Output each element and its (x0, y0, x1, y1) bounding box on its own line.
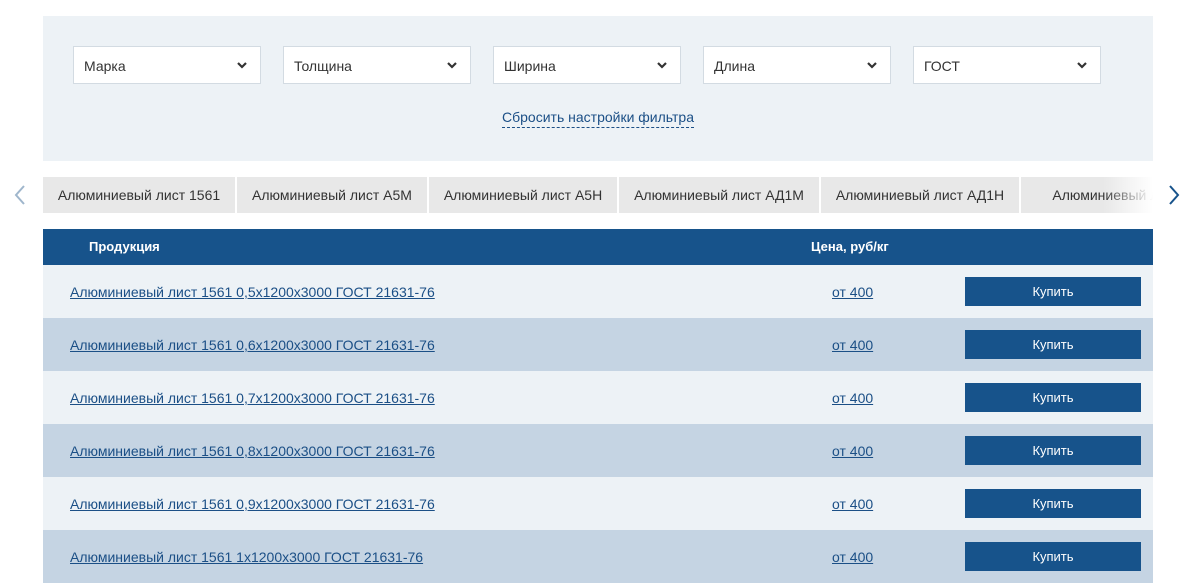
buy-button[interactable]: Купить (965, 436, 1141, 465)
tab-1561[interactable]: Алюминиевый лист 1561 (43, 177, 235, 213)
table-row: Алюминиевый лист 1561 1х1200х3000 ГОСТ 2… (43, 530, 1153, 583)
table-row: Алюминиевый лист 1561 0,7х1200х3000 ГОСТ… (43, 371, 1153, 424)
select-label: Толщина (294, 58, 352, 74)
header-product: Продукция (89, 239, 160, 254)
price-link[interactable]: от 400 (832, 549, 873, 565)
chevron-down-icon (867, 62, 877, 69)
table-row: Алюминиевый лист 1561 0,6х1200х3000 ГОСТ… (43, 318, 1153, 371)
product-link[interactable]: Алюминиевый лист 1561 0,5х1200х3000 ГОСТ… (70, 284, 435, 300)
tab-next-partial[interactable]: Алюминиевый лист (1021, 177, 1153, 213)
category-tabs: Алюминиевый лист 1561 Алюминиевый лист А… (43, 177, 1153, 213)
product-link[interactable]: Алюминиевый лист 1561 0,9х1200х3000 ГОСТ… (70, 496, 435, 512)
product-link[interactable]: Алюминиевый лист 1561 1х1200х3000 ГОСТ 2… (70, 549, 423, 565)
product-link[interactable]: Алюминиевый лист 1561 0,7х1200х3000 ГОСТ… (70, 390, 435, 406)
price-link[interactable]: от 400 (832, 284, 873, 300)
select-label: Длина (714, 58, 755, 74)
chevron-down-icon (657, 62, 667, 69)
table-row: Алюминиевый лист 1561 0,8х1200х3000 ГОСТ… (43, 424, 1153, 477)
price-link[interactable]: от 400 (832, 443, 873, 459)
table-header: Продукция Цена, руб/кг (43, 229, 1153, 265)
tab-ad1n[interactable]: Алюминиевый лист АД1Н (821, 177, 1019, 213)
filter-width-select[interactable]: Ширина (493, 46, 681, 84)
buy-button[interactable]: Купить (965, 383, 1141, 412)
filter-grade-select[interactable]: Марка (73, 46, 261, 84)
tab-a5m[interactable]: Алюминиевый лист А5М (237, 177, 427, 213)
tab-a5n[interactable]: Алюминиевый лист А5Н (429, 177, 617, 213)
chevron-left-icon[interactable] (14, 184, 26, 206)
select-label: Марка (84, 58, 126, 74)
header-price: Цена, руб/кг (811, 239, 889, 254)
filter-panel: Марка Толщина Ширина Длина ГОСТ Сбросить… (43, 16, 1153, 161)
buy-button[interactable]: Купить (965, 277, 1141, 306)
buy-button[interactable]: Купить (965, 542, 1141, 571)
chevron-down-icon (447, 62, 457, 69)
reset-filter-link[interactable]: Сбросить настройки фильтра (502, 109, 694, 128)
buy-button[interactable]: Купить (965, 489, 1141, 518)
filter-thickness-select[interactable]: Толщина (283, 46, 471, 84)
chevron-down-icon (237, 62, 247, 69)
price-link[interactable]: от 400 (832, 337, 873, 353)
filter-gost-select[interactable]: ГОСТ (913, 46, 1101, 84)
price-link[interactable]: от 400 (832, 496, 873, 512)
chevron-right-icon[interactable] (1168, 184, 1180, 206)
product-link[interactable]: Алюминиевый лист 1561 0,8х1200х3000 ГОСТ… (70, 443, 435, 459)
chevron-down-icon (1077, 62, 1087, 69)
reset-filter-wrap: Сбросить настройки фильтра (43, 109, 1153, 128)
select-label: Ширина (504, 58, 556, 74)
price-link[interactable]: от 400 (832, 390, 873, 406)
select-label: ГОСТ (924, 58, 960, 74)
table-row: Алюминиевый лист 1561 0,9х1200х3000 ГОСТ… (43, 477, 1153, 530)
filter-length-select[interactable]: Длина (703, 46, 891, 84)
buy-button[interactable]: Купить (965, 330, 1141, 359)
product-link[interactable]: Алюминиевый лист 1561 0,6х1200х3000 ГОСТ… (70, 337, 435, 353)
tab-ad1m[interactable]: Алюминиевый лист АД1М (619, 177, 819, 213)
table-row: Алюминиевый лист 1561 0,5х1200х3000 ГОСТ… (43, 265, 1153, 318)
